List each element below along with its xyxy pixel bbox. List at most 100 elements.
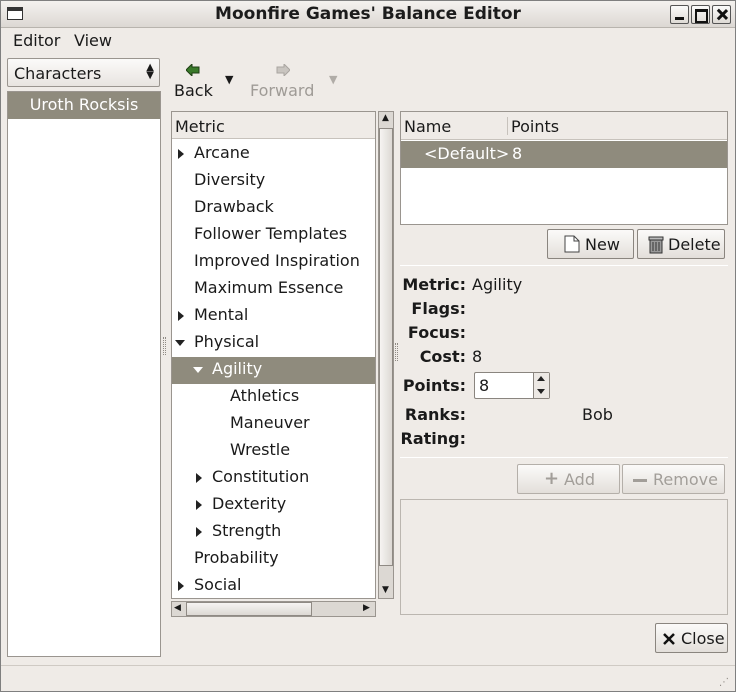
ranks-value: Bob bbox=[582, 405, 613, 424]
minus-icon bbox=[633, 479, 647, 482]
expander-expanded-icon[interactable] bbox=[193, 367, 203, 373]
tree-row[interactable]: Maneuver bbox=[172, 411, 375, 438]
tree-row-label: Dexterity bbox=[212, 494, 287, 513]
maximize-button[interactable] bbox=[691, 5, 710, 24]
back-history-arrow-icon[interactable]: ▼ bbox=[225, 73, 233, 86]
new-button[interactable]: New bbox=[547, 229, 634, 259]
divider bbox=[400, 265, 728, 266]
tree-row[interactable]: Athletics bbox=[172, 384, 375, 411]
tree-row[interactable]: Social bbox=[172, 573, 375, 598]
cost-label: Cost: bbox=[419, 347, 466, 366]
spin-up-icon[interactable] bbox=[537, 376, 545, 381]
points-spin-value[interactable]: 8 bbox=[479, 376, 489, 395]
tree-row-label: Arcane bbox=[194, 143, 250, 162]
tree-row-label: Wrestle bbox=[230, 440, 291, 459]
column-header-points[interactable]: Points bbox=[511, 117, 559, 136]
plus-icon: + bbox=[544, 468, 560, 489]
expander-collapsed-icon[interactable] bbox=[178, 581, 184, 591]
add-button[interactable]: + Add bbox=[517, 464, 620, 494]
divider bbox=[400, 457, 728, 458]
points-spinbutton[interactable]: 8 bbox=[474, 372, 550, 399]
spin-down-icon[interactable] bbox=[537, 389, 545, 394]
combo-arrows-icon: ▲ ▼ bbox=[146, 62, 154, 81]
tree-row[interactable]: Mental bbox=[172, 303, 375, 330]
tree-row-label: Maneuver bbox=[230, 413, 310, 432]
tree-row[interactable]: Physical bbox=[172, 330, 375, 357]
window-title: Moonfire Games' Balance Editor bbox=[215, 4, 521, 24]
tree-row-label: Agility bbox=[212, 359, 263, 378]
delete-button[interactable]: Delete bbox=[637, 229, 725, 259]
table-row[interactable]: <Default> 8 bbox=[401, 141, 727, 168]
scroll-thumb[interactable] bbox=[379, 128, 393, 566]
expander-collapsed-icon[interactable] bbox=[178, 149, 184, 159]
menu-editor[interactable]: Editor bbox=[13, 31, 60, 50]
tree-row-label: Diversity bbox=[194, 170, 266, 189]
expander-collapsed-icon[interactable] bbox=[178, 311, 184, 321]
tree-row[interactable]: Follower Templates bbox=[172, 222, 375, 249]
back-arrow-icon bbox=[186, 64, 200, 76]
cost-value: 8 bbox=[472, 347, 483, 366]
tree-row[interactable]: Diversity bbox=[172, 168, 375, 195]
tree-row-selected[interactable]: Agility bbox=[172, 357, 375, 384]
tree-row-label: Drawback bbox=[194, 197, 274, 216]
new-document-icon bbox=[564, 235, 580, 253]
tree-row-label: Athletics bbox=[230, 386, 300, 405]
category-combo-value: Characters bbox=[14, 64, 102, 83]
tree-row-label: Mental bbox=[194, 305, 249, 324]
metric-tree[interactable]: Metric Arcane Diversity Drawback Followe… bbox=[171, 111, 376, 599]
tree-row[interactable]: Arcane bbox=[172, 141, 375, 168]
scroll-left-icon[interactable]: ◀ bbox=[174, 603, 181, 613]
expander-collapsed-icon[interactable] bbox=[196, 473, 202, 483]
menu-bar: Editor View bbox=[1, 29, 735, 53]
tree-row-label: Probability bbox=[194, 548, 279, 567]
tree-row[interactable]: Drawback bbox=[172, 195, 375, 222]
metric-value: Agility bbox=[472, 275, 523, 294]
tree-horizontal-scrollbar[interactable]: ◀ ▶ bbox=[171, 601, 376, 617]
close-button[interactable]: Close bbox=[655, 623, 728, 653]
tree-row-label: Social bbox=[194, 575, 242, 594]
column-header-name[interactable]: Name bbox=[404, 117, 451, 136]
forward-history-arrow-icon[interactable]: ▼ bbox=[329, 73, 337, 86]
back-label: Back bbox=[174, 81, 213, 100]
points-label: Points: bbox=[402, 376, 466, 395]
rating-label: Rating: bbox=[400, 429, 467, 448]
points-list[interactable]: Name Points <Default> 8 bbox=[400, 111, 728, 225]
tree-vertical-scrollbar[interactable]: ▲ ▼ bbox=[378, 111, 394, 599]
list-item[interactable]: Uroth Rocksis bbox=[8, 92, 160, 119]
tree-row[interactable]: Constitution bbox=[172, 465, 375, 492]
tree-row[interactable]: Dexterity bbox=[172, 492, 375, 519]
expander-collapsed-icon[interactable] bbox=[196, 527, 202, 537]
ratings-area bbox=[400, 499, 728, 615]
minimize-button[interactable] bbox=[670, 5, 689, 24]
spin-buttons[interactable] bbox=[533, 373, 549, 398]
row-name: <Default> bbox=[424, 144, 510, 163]
column-divider bbox=[507, 117, 508, 135]
tree-row-label: Physical bbox=[194, 332, 260, 351]
tree-row[interactable]: Wrestle bbox=[172, 438, 375, 465]
tree-header-metric[interactable]: Metric bbox=[172, 112, 375, 139]
tree-row-label: Maximum Essence bbox=[194, 278, 344, 297]
scroll-down-icon[interactable]: ▼ bbox=[382, 585, 389, 595]
expander-expanded-icon[interactable] bbox=[175, 340, 185, 346]
title-bar[interactable]: Moonfire Games' Balance Editor bbox=[1, 1, 735, 28]
character-list[interactable]: Uroth Rocksis bbox=[7, 91, 161, 657]
focus-label: Focus: bbox=[407, 323, 466, 342]
category-combo[interactable]: Characters ▲ ▼ bbox=[7, 58, 160, 87]
menu-view[interactable]: View bbox=[74, 31, 112, 50]
flags-label: Flags: bbox=[411, 299, 466, 318]
resize-grip-icon[interactable]: ⋰ bbox=[719, 677, 729, 688]
tree-row[interactable]: Maximum Essence bbox=[172, 276, 375, 303]
add-button-label: Add bbox=[564, 470, 595, 489]
tree-row[interactable]: Probability bbox=[172, 546, 375, 573]
forward-button[interactable]: Forward bbox=[250, 63, 320, 103]
expander-collapsed-icon[interactable] bbox=[196, 500, 202, 510]
tree-row[interactable]: Strength bbox=[172, 519, 375, 546]
scroll-thumb[interactable] bbox=[186, 602, 312, 616]
scroll-right-icon[interactable]: ▶ bbox=[363, 603, 370, 613]
scroll-up-icon[interactable]: ▲ bbox=[382, 113, 389, 123]
row-points: 8 bbox=[512, 144, 523, 163]
window-close-button[interactable] bbox=[712, 5, 731, 24]
tree-row[interactable]: Improved Inspiration bbox=[172, 249, 375, 276]
remove-button[interactable]: Remove bbox=[622, 464, 725, 494]
pane-grip-left[interactable] bbox=[163, 337, 166, 355]
